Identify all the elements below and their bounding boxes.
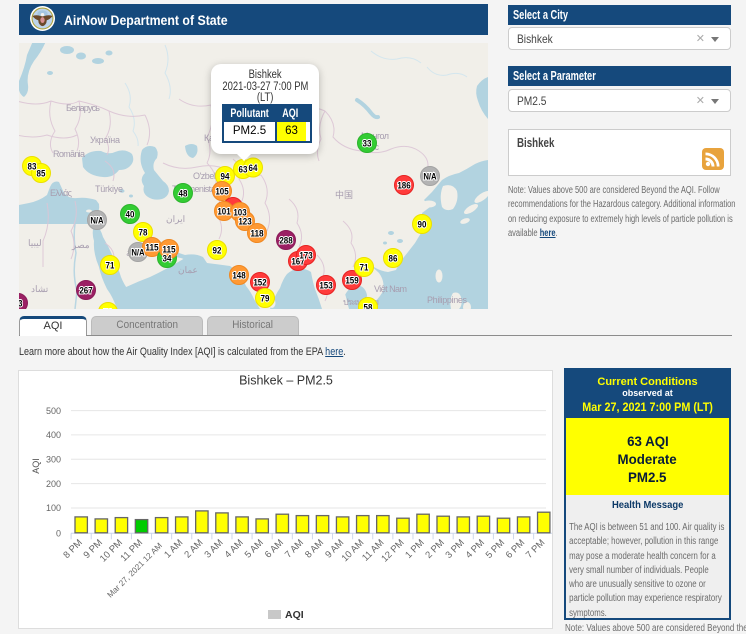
svg-text:63: 63 xyxy=(239,165,248,176)
svg-text:173: 173 xyxy=(299,251,312,262)
svg-text:71: 71 xyxy=(360,263,369,274)
svg-text:N/A: N/A xyxy=(90,216,103,227)
svg-text:85: 85 xyxy=(37,169,46,180)
svg-text:10 PM: 10 PM xyxy=(98,537,125,564)
svg-text:7 AM: 7 AM xyxy=(283,537,306,560)
svg-text:123: 123 xyxy=(238,217,251,228)
svg-text:Türkiye: Türkiye xyxy=(95,184,123,194)
svg-text:148: 148 xyxy=(232,271,245,282)
svg-text:Україна: Україна xyxy=(90,135,120,145)
svg-text:中国: 中国 xyxy=(335,189,353,200)
svg-text:10 AM: 10 AM xyxy=(340,537,367,564)
svg-text:200: 200 xyxy=(46,479,61,489)
svg-text:100: 100 xyxy=(46,503,61,513)
svg-text:105: 105 xyxy=(215,187,229,198)
svg-text:83: 83 xyxy=(28,162,37,173)
svg-text:1 PM: 1 PM xyxy=(403,537,427,561)
svg-text:3 PM: 3 PM xyxy=(443,537,467,561)
svg-text:86: 86 xyxy=(389,254,398,265)
svg-text:ليبيا: ليبيا xyxy=(28,238,42,248)
svg-text:Romānia: Romānia xyxy=(53,149,85,159)
svg-text:4 AM: 4 AM xyxy=(223,537,246,560)
svg-text:267: 267 xyxy=(79,286,92,297)
svg-text:79: 79 xyxy=(261,294,270,305)
svg-text:78: 78 xyxy=(139,228,148,239)
svg-text:Беларусь: Беларусь xyxy=(66,103,100,113)
svg-text:6 PM: 6 PM xyxy=(504,537,528,561)
svg-text:N/A: N/A xyxy=(423,172,436,183)
svg-text:92: 92 xyxy=(213,246,222,257)
svg-text:288: 288 xyxy=(279,236,292,247)
svg-text:33: 33 xyxy=(363,139,372,150)
svg-text:0: 0 xyxy=(56,529,61,539)
svg-text:300: 300 xyxy=(46,455,61,465)
svg-text:5 PM: 5 PM xyxy=(484,537,508,561)
svg-text:5 AM: 5 AM xyxy=(243,537,266,560)
svg-text:2 AM: 2 AM xyxy=(182,537,205,560)
svg-text:90: 90 xyxy=(418,220,427,231)
svg-text:N/A: N/A xyxy=(131,248,144,259)
svg-text:AQI: AQI xyxy=(285,609,304,621)
svg-text:40: 40 xyxy=(126,210,135,221)
svg-text:3 AM: 3 AM xyxy=(202,537,225,560)
svg-text:عمان: عمان xyxy=(178,265,198,275)
svg-text:7 PM: 7 PM xyxy=(524,537,548,561)
svg-text:AQI: AQI xyxy=(31,458,41,474)
svg-text:48: 48 xyxy=(179,189,188,200)
svg-text:101: 101 xyxy=(217,207,231,218)
svg-text:94: 94 xyxy=(221,172,230,183)
svg-text:118: 118 xyxy=(250,229,263,240)
svg-text:12 PM: 12 PM xyxy=(379,537,406,564)
svg-text:64: 64 xyxy=(249,163,258,174)
svg-text:500: 500 xyxy=(46,406,61,416)
svg-text:Ελλάς: Ελλάς xyxy=(50,188,73,198)
svg-text:71: 71 xyxy=(104,308,113,310)
svg-text:152: 152 xyxy=(253,278,266,289)
svg-text:400: 400 xyxy=(46,430,61,440)
svg-text:58: 58 xyxy=(364,303,373,310)
svg-text:71: 71 xyxy=(106,261,115,272)
svg-text:115: 115 xyxy=(162,245,176,256)
svg-text:186: 186 xyxy=(397,181,410,192)
svg-text:Việt Nam: Việt Nam xyxy=(374,284,407,294)
svg-text:4 PM: 4 PM xyxy=(464,537,488,561)
svg-text:Philippines: Philippines xyxy=(427,295,468,305)
svg-text:153: 153 xyxy=(319,281,332,292)
svg-text:2 PM: 2 PM xyxy=(423,537,447,561)
svg-text:63: 63 xyxy=(19,299,22,310)
svg-text:ايران: ايران xyxy=(166,214,185,225)
svg-text:8 PM: 8 PM xyxy=(61,537,85,561)
svg-text:1 AM: 1 AM xyxy=(162,537,185,560)
svg-text:6 AM: 6 AM xyxy=(263,537,286,560)
svg-text:8 AM: 8 AM xyxy=(303,537,326,560)
svg-text:159: 159 xyxy=(345,276,358,287)
svg-text:115: 115 xyxy=(145,243,159,254)
svg-text:Bishkek – PM2.5: Bishkek – PM2.5 xyxy=(239,374,333,388)
svg-text:تشاد: تشاد xyxy=(31,284,49,294)
svg-text:مصر: مصر xyxy=(71,240,90,251)
